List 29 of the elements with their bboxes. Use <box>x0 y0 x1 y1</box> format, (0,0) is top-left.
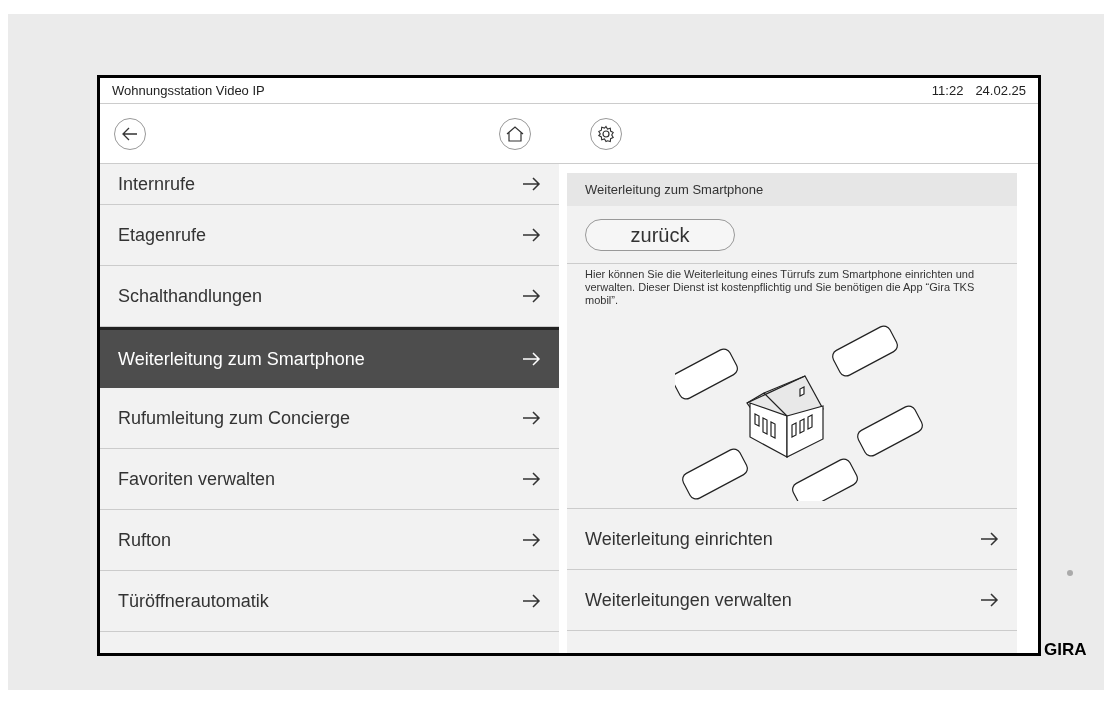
screen-title: Wohnungsstation Video IP <box>112 81 265 100</box>
arrow-icon <box>523 228 541 242</box>
brand-logo: GIRA <box>1044 639 1087 661</box>
arrow-icon <box>523 289 541 303</box>
menu-item[interactable]: Internrufe <box>100 164 559 205</box>
arrow-icon <box>981 593 999 607</box>
back-arrow-icon <box>122 126 138 141</box>
date-text: 24.02.25 <box>975 81 1026 100</box>
menu-item[interactable]: Türöffnerautomatik <box>100 571 559 632</box>
home-icon <box>506 125 524 142</box>
arrow-icon <box>523 472 541 486</box>
menu-item[interactable]: Rufumleitung zum Concierge <box>100 388 559 449</box>
arrow-icon <box>523 177 541 191</box>
menu-item[interactable]: Rufton <box>100 510 559 571</box>
arrow-icon <box>523 533 541 547</box>
description-text: Hier können Sie die Weiterleitung eines Türrufs zum Smartphone einrichten und verwalten. Dieser Dienst ist kostenpflichtig und Sie benötigen die App “Gira TKS mobil”. <box>585 268 976 307</box>
menu-item[interactable]: Weiterleitung einrichten <box>567 509 1017 570</box>
menu-item[interactable]: Weiterleitungen verwalten <box>567 570 1017 631</box>
arrow-icon <box>523 594 541 608</box>
arrow-icon <box>523 352 541 366</box>
menu-item[interactable]: Weiterleitung zum Smartphone <box>100 327 559 388</box>
clock-time: 11:22 <box>931 81 964 100</box>
arrow-icon <box>523 411 541 425</box>
menu-item[interactable]: Etagenrufe <box>100 205 559 266</box>
menu-item[interactable]: Favoriten verwalten <box>100 449 559 510</box>
panel-header: Weiterleitung zum Smartphone <box>567 173 1017 206</box>
settings-icon <box>597 124 615 143</box>
back-button[interactable]: zurück <box>585 218 735 251</box>
arrow-icon <box>981 532 999 546</box>
